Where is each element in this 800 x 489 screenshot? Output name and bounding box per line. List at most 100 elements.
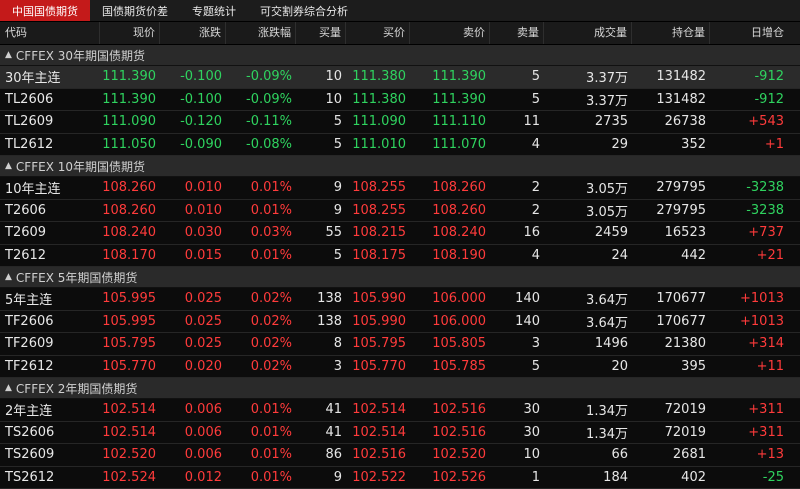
cell-bid-price: 105.770	[346, 359, 410, 374]
quote-table-body: ▲CFFEX 30年期国债期货30年主连111.390-0.100-0.09%1…	[0, 45, 800, 489]
cell-bid-price: 105.990	[346, 291, 410, 306]
col-header-bid-price[interactable]: 买价	[346, 22, 410, 44]
cell-ask-volume: 3	[490, 336, 544, 351]
group-header[interactable]: ▲CFFEX 30年期国债期货	[0, 45, 800, 66]
table-row[interactable]: 10年主连108.2600.0100.01%9108.255108.26023.…	[0, 177, 800, 200]
cell-volume: 184	[544, 470, 632, 485]
cell-price: 102.520	[100, 447, 160, 462]
cell-bid-price: 105.990	[346, 314, 410, 329]
tab-bond-futures-spread[interactable]: 国债期货价差	[90, 0, 180, 21]
collapse-caret-icon[interactable]: ▲	[5, 161, 12, 171]
cell-change-pct: 0.02%	[226, 336, 296, 351]
col-header-volume[interactable]: 成交量	[544, 22, 632, 44]
table-row[interactable]: 2年主连102.5140.0060.01%41102.514102.516301…	[0, 399, 800, 422]
collapse-caret-icon[interactable]: ▲	[5, 50, 12, 60]
cell-ask-price: 102.516	[410, 425, 490, 440]
cell-change-pct: 0.01%	[226, 248, 296, 263]
cell-change: -0.120	[160, 114, 226, 129]
cell-ask-volume: 140	[490, 291, 544, 306]
table-row[interactable]: 5年主连105.9950.0250.02%138105.990106.00014…	[0, 288, 800, 311]
cell-code: T2609	[0, 225, 100, 240]
tab-china-bond-futures[interactable]: 中国国债期货	[0, 0, 90, 21]
cell-ask-volume: 5	[490, 359, 544, 374]
table-row[interactable]: TL2609111.090-0.120-0.11%5111.090111.110…	[0, 111, 800, 134]
cell-bid-volume: 5	[296, 248, 346, 263]
cell-change-pct: 0.01%	[226, 180, 296, 195]
table-row[interactable]: TS2609102.5200.0060.01%86102.516102.5201…	[0, 444, 800, 467]
cell-change: 0.006	[160, 402, 226, 417]
cell-ask-volume: 30	[490, 425, 544, 440]
cell-change-pct: 0.01%	[226, 425, 296, 440]
cell-bid-price: 102.514	[346, 425, 410, 440]
cell-daily-oi-change: +11	[710, 359, 792, 374]
tab-deliverable-bond-analysis[interactable]: 可交割券综合分析	[248, 0, 360, 21]
col-header-open-interest[interactable]: 持仓量	[632, 22, 710, 44]
cell-ask-volume: 1	[490, 470, 544, 485]
cell-bid-volume: 9	[296, 180, 346, 195]
cell-price: 105.795	[100, 336, 160, 351]
cell-daily-oi-change: -912	[710, 92, 792, 107]
cell-ask-price: 105.785	[410, 359, 490, 374]
table-row[interactable]: TL2606111.390-0.100-0.09%10111.380111.39…	[0, 89, 800, 112]
cell-volume: 66	[544, 447, 632, 462]
cell-price: 105.770	[100, 359, 160, 374]
tab-special-statistics[interactable]: 专题统计	[180, 0, 248, 21]
table-row[interactable]: T2606108.2600.0100.01%9108.255108.26023.…	[0, 200, 800, 223]
cell-volume: 1496	[544, 336, 632, 351]
cell-daily-oi-change: +1013	[710, 314, 792, 329]
cell-price: 102.524	[100, 470, 160, 485]
cell-code: TF2609	[0, 336, 100, 351]
col-header-change[interactable]: 涨跌	[160, 22, 226, 44]
table-row[interactable]: 30年主连111.390-0.100-0.09%10111.380111.390…	[0, 66, 800, 89]
cell-ask-volume: 11	[490, 114, 544, 129]
cell-ask-volume: 5	[490, 69, 544, 84]
col-header-price[interactable]: 现价	[100, 22, 160, 44]
table-row[interactable]: T2612108.1700.0150.01%5108.175108.190424…	[0, 245, 800, 268]
cell-code: T2606	[0, 203, 100, 218]
cell-daily-oi-change: +311	[710, 402, 792, 417]
cell-change: 0.006	[160, 425, 226, 440]
col-header-change-pct[interactable]: 涨跌幅	[226, 22, 296, 44]
table-row[interactable]: TS2606102.5140.0060.01%41102.514102.5163…	[0, 422, 800, 445]
group-header[interactable]: ▲ CFFEX 5年期国债期货	[0, 267, 800, 288]
cell-volume: 3.37万	[544, 67, 632, 86]
group-header[interactable]: ▲ CFFEX 2年期国债期货	[0, 378, 800, 399]
cell-ask-price: 106.000	[410, 291, 490, 306]
cell-bid-volume: 41	[296, 425, 346, 440]
cell-change: 0.025	[160, 291, 226, 306]
cell-bid-volume: 8	[296, 336, 346, 351]
col-header-ask-price[interactable]: 卖价	[410, 22, 490, 44]
cell-volume: 3.64万	[544, 312, 632, 331]
cell-volume: 1.34万	[544, 400, 632, 419]
cell-daily-oi-change: +1	[710, 137, 792, 152]
cell-bid-volume: 9	[296, 203, 346, 218]
col-header-bid-volume[interactable]: 买量	[296, 22, 346, 44]
cell-daily-oi-change: +737	[710, 225, 792, 240]
table-row[interactable]: TS2612102.5240.0120.01%9102.522102.52611…	[0, 467, 800, 489]
collapse-caret-icon[interactable]: ▲	[5, 272, 12, 282]
cell-change-pct: 0.03%	[226, 225, 296, 240]
col-header-daily-oi-change[interactable]: 日增仓	[710, 22, 792, 44]
cell-daily-oi-change: +21	[710, 248, 792, 263]
cell-change: 0.010	[160, 203, 226, 218]
cell-bid-price: 111.090	[346, 114, 410, 129]
table-row[interactable]: TF2612105.7700.0200.02%3105.770105.78552…	[0, 356, 800, 379]
cell-bid-price: 105.795	[346, 336, 410, 351]
group-title: CFFEX 2年期国债期货	[16, 380, 137, 397]
group-title: CFFEX 5年期国债期货	[16, 269, 137, 286]
cell-daily-oi-change: +543	[710, 114, 792, 129]
cell-daily-oi-change: -25	[710, 470, 792, 485]
cell-volume: 3.64万	[544, 289, 632, 308]
cell-change: 0.030	[160, 225, 226, 240]
table-row[interactable]: TF2606105.9950.0250.02%138105.990106.000…	[0, 311, 800, 334]
cell-bid-volume: 41	[296, 402, 346, 417]
table-row[interactable]: T2609108.2400.0300.03%55108.215108.24016…	[0, 222, 800, 245]
cell-volume: 24	[544, 248, 632, 263]
cell-ask-volume: 16	[490, 225, 544, 240]
group-header[interactable]: ▲CFFEX 10年期国债期货	[0, 156, 800, 177]
collapse-caret-icon[interactable]: ▲	[5, 383, 12, 393]
col-header-ask-volume[interactable]: 卖量	[490, 22, 544, 44]
table-row[interactable]: TF2609105.7950.0250.02%8105.795105.80531…	[0, 333, 800, 356]
col-header-code[interactable]: 代码	[0, 22, 100, 44]
table-row[interactable]: TL2612111.050-0.090-0.08%5111.010111.070…	[0, 134, 800, 157]
